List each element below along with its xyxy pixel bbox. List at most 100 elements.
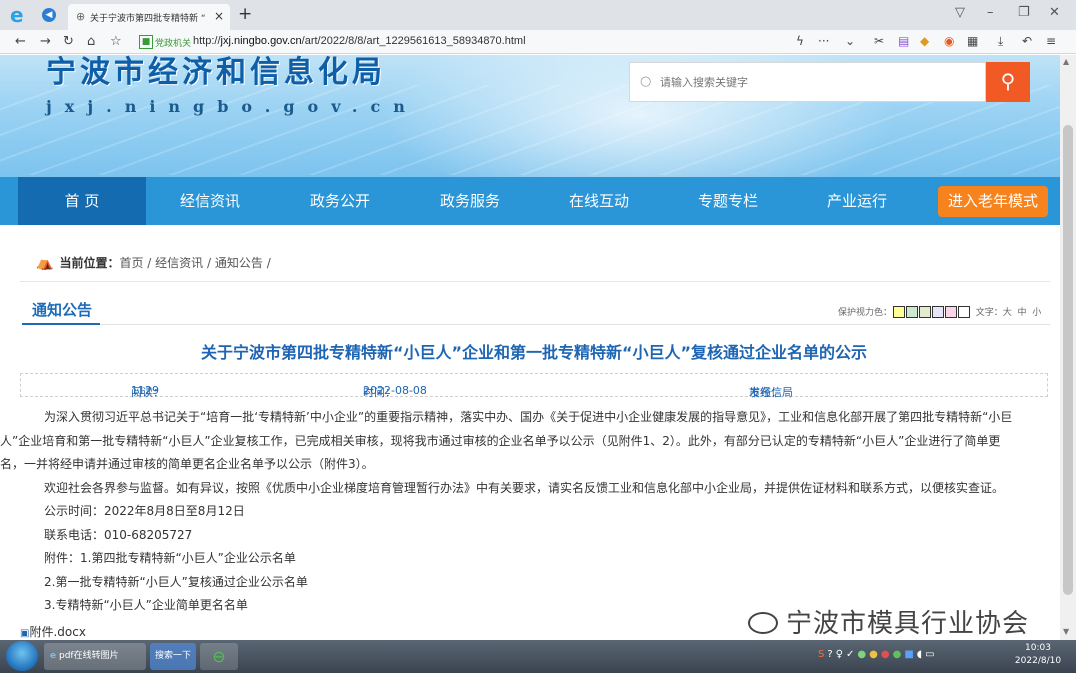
back-icon[interactable]: ← [15,34,26,49]
taskbar-browser[interactable]: e pdf在线转图片 [44,643,146,670]
nav-item-news[interactable]: 经信资讯 [148,177,272,225]
tray-icon[interactable]: ● [857,649,869,660]
tray-icon[interactable]: ● [881,649,893,660]
favorites-icon[interactable]: ☆ [110,34,122,49]
scissors-icon[interactable]: ✂ [874,34,884,48]
section-title: 通知公告 [32,301,93,319]
attachment-name: 附件.docx [29,625,86,639]
start-button[interactable] [6,641,38,671]
tray-icon[interactable]: ♀ [836,649,846,660]
site-banner: 宁波市经济和信息化局 jxj.ningbo.gov.cn ○ ⚲ [0,55,1060,177]
extension-icon[interactable]: ◆ [920,34,929,48]
nav-item-gov-service[interactable]: 政务服务 [408,177,532,225]
system-clock[interactable]: 10:03 2022/8/10 [1010,642,1066,668]
tray-icon[interactable]: ✓ [846,649,857,660]
divider [20,281,1050,282]
nav-item-gov-open[interactable]: 政务公开 [278,177,402,225]
tray-icon[interactable]: ● [869,649,881,660]
reader-icon[interactable]: ▤ [898,34,909,48]
page-scrollbar[interactable]: ▲ ▼ [1060,55,1076,640]
taskbar-search[interactable]: 搜索一下 [150,643,196,670]
eye-color-swatch[interactable] [919,306,932,318]
tray-icon[interactable]: ● [893,649,905,660]
forward-icon[interactable]: → [40,34,51,49]
dropdown-icon[interactable]: ⌄ [845,34,855,48]
browser-tab[interactable]: ⊕ 关于宁波市第四批专精特新 “ × [68,4,230,30]
eye-color-swatch[interactable] [893,306,906,318]
nav-item-home[interactable]: 首 页 [18,177,146,225]
font-size-medium[interactable]: 中 [1018,308,1027,318]
address-bar: ← → ↻ ⌂ ☆ ■ 党政机关 http://jxj.ningbo.gov.c… [0,30,1076,54]
font-size-small[interactable]: 小 [1032,308,1041,318]
browser-logo-icon[interactable]: e [10,5,30,25]
site-title[interactable]: 宁波市经济和信息化局 [46,55,386,91]
font-size-large[interactable]: 大 [1003,308,1012,318]
reload-icon[interactable]: ↻ [63,34,74,49]
search-input[interactable] [660,72,960,92]
eye-color-swatch[interactable] [932,306,945,318]
elder-mode-button[interactable]: 进入老年模式 [938,186,1048,217]
browser-task-icon: e [50,651,57,661]
more-icon[interactable]: ··· [818,34,829,48]
breadcrumb: ⛺ 当前位置：首页 / 经信资讯 / 通知公告 / [36,254,271,271]
font-size-label: 文字： [975,308,1003,318]
search-button[interactable]: ⚲ [986,62,1030,102]
menu-icon[interactable]: ≡ [1046,34,1056,48]
location-icon: ⛺ [36,255,54,271]
eye-color-swatch[interactable] [906,306,919,318]
apps-grid-icon[interactable]: ▦ [967,34,978,48]
browser-menu-icon[interactable]: ◀ [42,8,56,22]
close-window-icon[interactable]: ✕ [1049,5,1060,20]
article-body: 为深入贯彻习近平总书记关于“培育一批‘专精特新’中小企业”的重要指示精神，落实中… [0,406,1050,618]
paragraph: 欢迎社会各界参与监督。如有异议，按照《优质中小企业梯度培育管理暂行办法》中有关要… [44,480,1005,495]
nav-item-interaction[interactable]: 在线互动 [537,177,661,225]
breadcrumb-notice[interactable]: 通知公告 [215,256,263,270]
tray-icon[interactable]: ■ [904,649,916,660]
clock-date: 2022/8/10 [1014,656,1062,666]
paragraph: 为深入贯彻习近平总书记关于“培育一批‘专精特新’中小企业”的重要指示精神，落实中… [44,410,1013,424]
app-circle-icon: ⊖ [212,647,226,666]
url-domain: jxj.ningbo.gov.cn [220,35,302,47]
browser-tabbar: e ◀ ⊕ 关于宁波市第四批专精特新 “ × + ▽ – ❐ ✕ [0,0,1076,30]
url-prefix: http:// [193,35,221,47]
breadcrumb-label: 当前位置： [59,256,120,270]
attachment-link[interactable]: ▣附件.docx [20,623,86,640]
divider [22,324,1050,325]
publish-source: 市经信局 [749,386,793,399]
new-tab-button[interactable]: + [238,4,252,24]
maximize-icon[interactable]: ❐ [1018,5,1030,20]
reading-tools: 保护视力色： 文字：大 中 小 [838,305,1041,318]
breadcrumb-sep: / [147,256,152,270]
tray-icon[interactable]: S [818,649,827,660]
scroll-up-icon[interactable]: ▲ [1063,57,1069,66]
home-icon[interactable]: ⌂ [87,34,95,49]
minimize-icon[interactable]: – [987,5,994,20]
eye-color-swatch[interactable] [945,306,958,318]
paragraph: 名，一并将经申请并通过审核的简单更名企业名单予以公示（附件3）。 [0,457,374,471]
url-field[interactable]: http://jxj.ningbo.gov.cn/art/2022/8/8/ar… [193,35,526,47]
download-icon[interactable]: ⤓ [998,34,1003,49]
clock-time: 10:03 [1025,643,1051,653]
network-icon[interactable]: ▭ [925,649,937,660]
restore-tabs-icon[interactable]: ▽ [955,5,965,20]
section-underline [22,323,100,325]
eye-color-swatch[interactable] [958,306,971,318]
game-icon[interactable]: ◉ [944,34,954,48]
search-box: ○ [629,62,986,102]
undo-icon[interactable]: ↶ [1022,34,1032,48]
tray-icon[interactable]: ? [827,649,835,660]
lightning-icon[interactable]: ϟ [796,34,804,48]
publish-date: 2022-08-08 [363,384,427,397]
site-domain: jxj.ningbo.gov.cn [46,97,418,116]
nav-item-topics[interactable]: 专题专栏 [666,177,790,225]
nav-item-industry[interactable]: 产业运行 [795,177,919,225]
volume-icon[interactable]: ◖ [917,649,925,660]
taskbar-app[interactable]: ⊖ [200,643,238,670]
tab-close-icon[interactable]: × [214,9,224,23]
os-taskbar: e pdf在线转图片 搜索一下 ⊖ S?♀✓●●●●■◖▭ 10:03 2022… [0,640,1076,673]
scroll-down-icon[interactable]: ▼ [1063,627,1069,636]
breadcrumb-news[interactable]: 经信资讯 [155,256,203,270]
eye-care-label: 保护视力色： [838,308,893,318]
scroll-thumb[interactable] [1063,125,1073,595]
breadcrumb-home[interactable]: 首页 [119,256,143,270]
